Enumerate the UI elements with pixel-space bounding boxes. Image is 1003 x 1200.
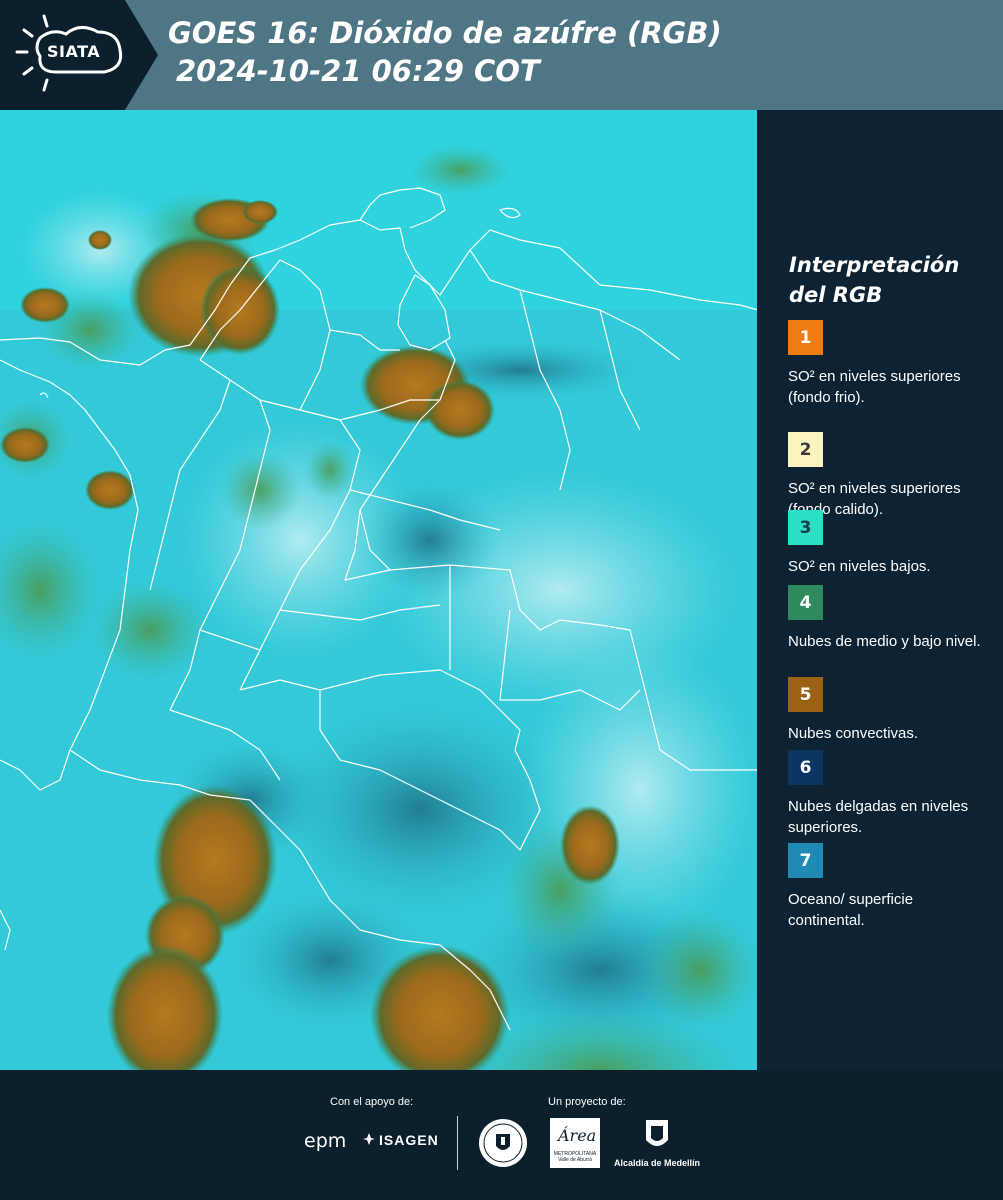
epm-logo: epm [304,1130,347,1152]
area-metropolitana-logo: Área METROPOLITANA Valle de Aburrá [550,1118,600,1168]
footer: Con el apoyo de: Un proyecto de: epm ISA… [0,1070,1003,1200]
legend-swatch: 1 [788,320,823,355]
legend-swatch: 5 [788,677,823,712]
legend-item: 7 Oceano/ superficie continental. [788,843,988,931]
medellin-seal-icon [479,1119,527,1167]
legend-label: SO² en niveles superiores (fondo frio). [788,368,961,406]
legend-title: Interpretación del RGB [789,253,960,307]
satellite-map[interactable] [0,110,758,1070]
page-title: GOES 16: Dióxido de azúfre (RGB) 2024-10… [168,14,722,90]
legend-swatch: 3 [788,510,823,545]
legend-item: 4 Nubes de medio y bajo nivel. [788,585,988,652]
legend-label: Nubes de medio y bajo nivel. [788,633,981,650]
title-product: GOES 16: Dióxido de azúfre (RGB) [168,16,722,50]
alcaldia-shield-icon [646,1120,668,1146]
legend-item: 1 SO² en niveles superiores (fondo frio). [788,320,988,408]
legend-item: 2 SO² en niveles superiores (fondo calido… [788,432,988,520]
legend-label: Oceano/ superficie continental. [788,891,914,929]
legend-label: Nubes convectivas. [788,725,919,742]
siata-logo-text: SIATA [47,42,101,61]
legend-label: SO² en niveles bajos. [788,558,931,575]
legend-item: 6 Nubes delgadas en niveles superiores. [788,750,988,838]
isagen-text: ISAGEN [379,1132,439,1148]
header-bar: SIATA GOES 16: Dióxido de azúfre (RGB) 2… [0,0,1003,110]
support-label: Con el apoyo de: [330,1096,414,1108]
area-logo-subtext: METROPOLITANA Valle de Aburrá [553,1151,597,1163]
legend-item: 5 Nubes convectivas. [788,677,988,744]
isagen-logo: ISAGEN [362,1132,439,1148]
legend-label: Nubes delgadas en niveles superiores. [788,798,969,836]
isagen-mark-icon [363,1133,375,1145]
area-logo-text: Área [558,1126,597,1145]
legend-swatch: 4 [788,585,823,620]
footer-divider [457,1116,458,1170]
alcaldia-text: Alcaldía de Medellín [614,1158,701,1168]
rgb-legend: Interpretación del RGB 1 SO² en niveles s… [758,110,1003,1070]
title-timestamp: 2024-10-21 06:29 COT [176,54,540,88]
siata-logo: SIATA [0,0,160,110]
legend-swatch: 6 [788,750,823,785]
legend-item: 3 SO² en niveles bajos. [788,510,988,577]
legend-swatch: 7 [788,843,823,878]
project-label: Un proyecto de: [548,1096,626,1108]
legend-swatch: 2 [788,432,823,467]
